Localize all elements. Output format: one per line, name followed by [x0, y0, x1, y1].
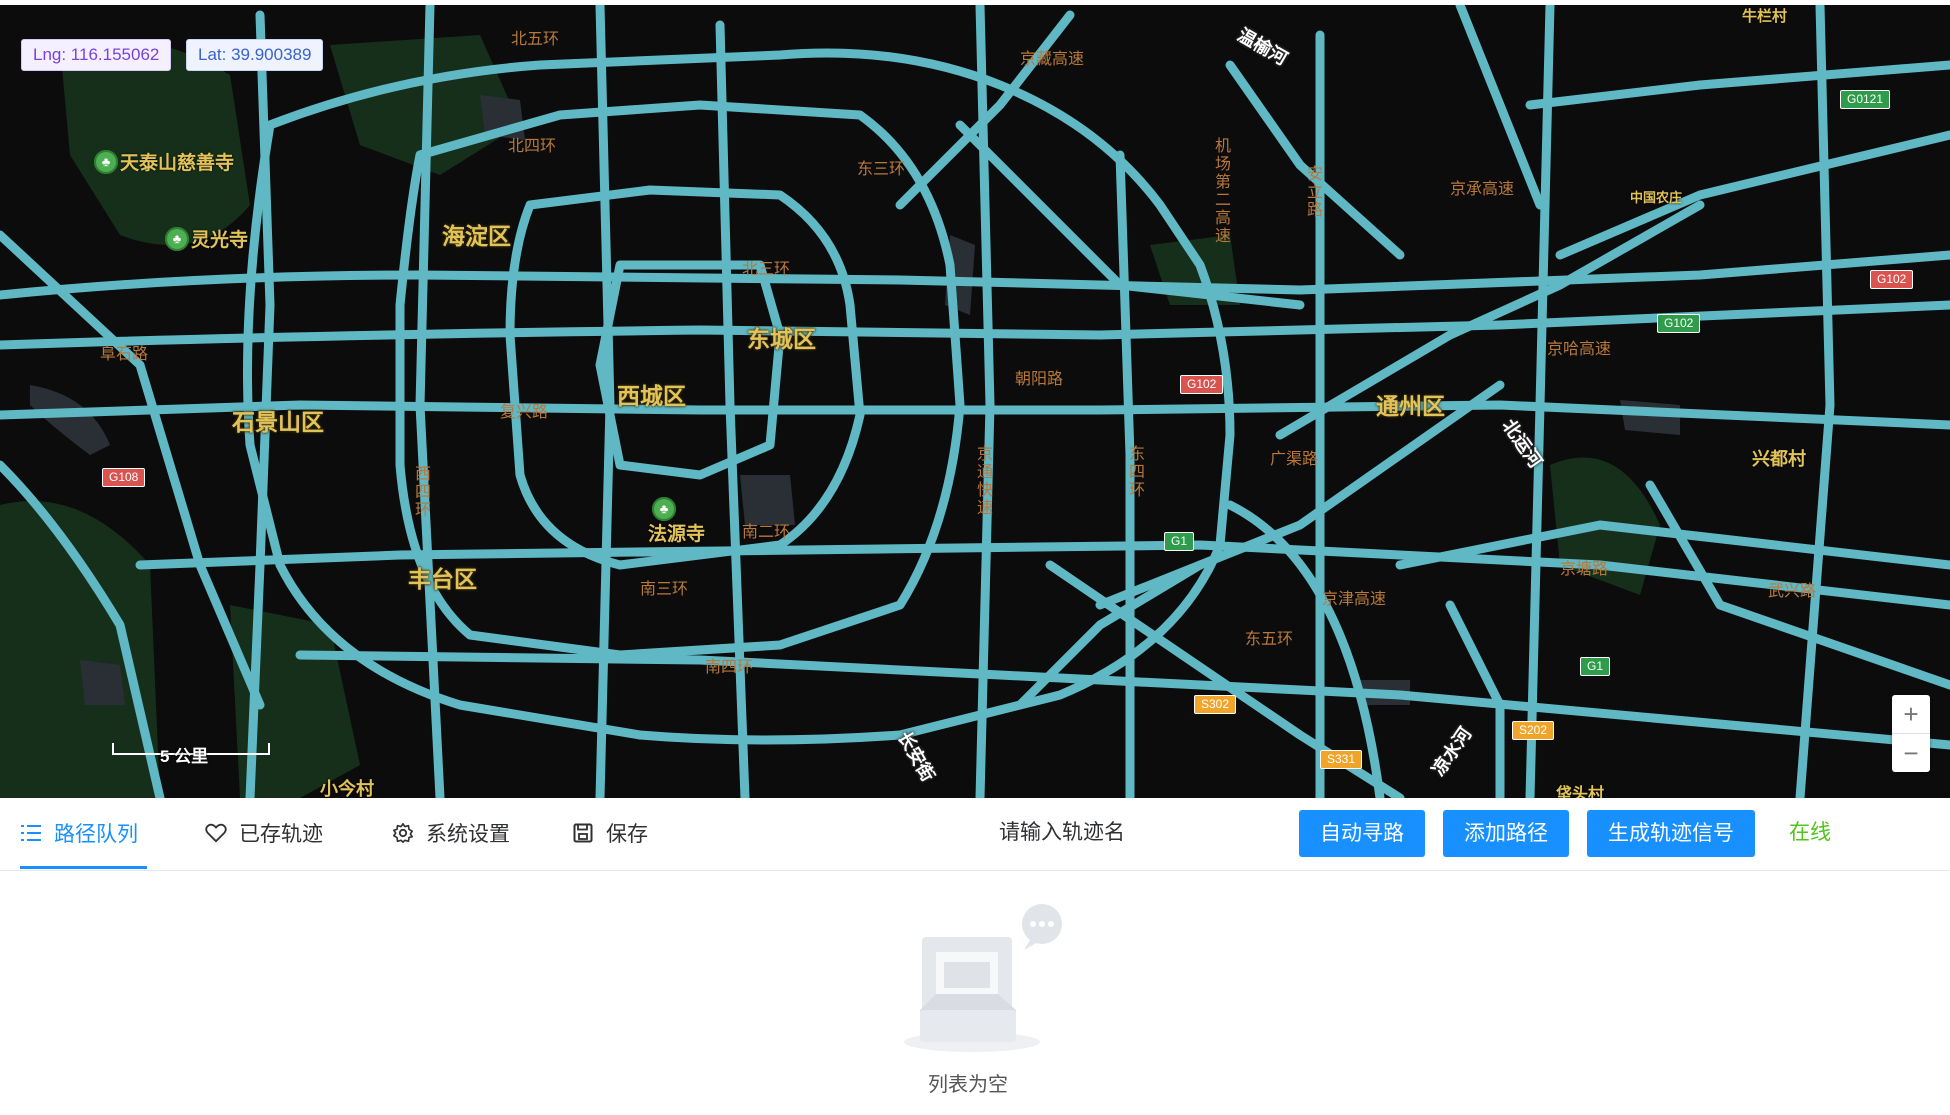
tab-label: 路径队列: [54, 823, 138, 846]
road-label: 京通快速: [974, 445, 991, 517]
road-label: 京藏高速: [1020, 51, 1085, 68]
road-label: 南三环: [640, 581, 689, 598]
road-label: 京塘路: [1560, 561, 1609, 578]
road-label: 东三环: [857, 161, 906, 178]
highway-shield: G1: [1580, 657, 1611, 676]
place-label: 小今村: [320, 779, 374, 798]
road-label: 北五环: [511, 31, 560, 48]
tab-path-queue[interactable]: 路径队列: [20, 798, 138, 868]
district-label: 海淀区: [442, 223, 511, 249]
heart-icon: [205, 822, 227, 844]
toolbar: 路径队列 已存轨迹 系统设置 保存 自动寻路 添加路径 生成轨迹信号 在线: [0, 798, 1950, 871]
road-label: 北四环: [508, 138, 557, 155]
highway-shield: G102: [1180, 375, 1224, 394]
tab-label: 系统设置: [426, 823, 510, 846]
road-label: 西四环: [412, 465, 429, 519]
place-label: 中国农庄: [1630, 190, 1683, 205]
highway-shield: G102: [1870, 270, 1914, 289]
tab-label: 保存: [606, 823, 648, 846]
highway-shield: G1: [1164, 532, 1195, 551]
place-label: 兴都村: [1752, 449, 1806, 469]
tab-saved-tracks[interactable]: 已存轨迹: [205, 798, 323, 868]
tree-icon: ♣: [94, 149, 118, 174]
map-canvas[interactable]: Lng: 116.155062 Lat: 39.900389 海淀区 东城区 西…: [0, 5, 1950, 798]
map-scale-label: 5 公里: [160, 747, 209, 766]
tab-label: 已存轨迹: [239, 823, 323, 846]
district-label: 西城区: [617, 383, 686, 409]
tree-icon: ♣: [652, 496, 676, 521]
district-label: 丰台区: [408, 566, 477, 592]
road-label: 东四环: [1126, 445, 1143, 499]
tab-system-settings[interactable]: 系统设置: [392, 798, 510, 868]
highway-shield: S331: [1320, 750, 1363, 769]
active-tab-indicator: [20, 866, 147, 869]
road-label: 南二环: [742, 524, 791, 541]
road-label: 京哈高速: [1547, 341, 1612, 358]
road-label: 东五环: [1245, 631, 1294, 648]
district-label: 通州区: [1376, 393, 1445, 419]
add-path-button[interactable]: 添加路径: [1443, 810, 1569, 857]
highway-shield: G0121: [1840, 90, 1891, 109]
tab-save[interactable]: 保存: [572, 798, 648, 868]
place-label: 牛栏村: [1742, 8, 1788, 25]
longitude-readout: Lng: 116.155062: [21, 39, 172, 71]
track-name-input[interactable]: [960, 812, 1164, 854]
empty-box-icon: [902, 902, 1068, 1067]
poi-marker[interactable]: ♣ 法源寺: [648, 471, 705, 546]
generate-signal-button[interactable]: 生成轨迹信号: [1587, 810, 1755, 857]
road-label: 复兴路: [500, 404, 549, 421]
list-icon: [20, 822, 42, 844]
latitude-readout: Lat: 39.900389: [186, 39, 324, 71]
road-label: 朝阳路: [1015, 371, 1064, 388]
empty-list-text: 列表为空: [928, 1074, 1008, 1096]
road-label: 阜石路: [100, 346, 149, 363]
road-label: 京承高速: [1450, 181, 1515, 198]
poi-marker[interactable]: ♣ 灵光寺: [165, 225, 248, 252]
tree-icon: ♣: [165, 226, 189, 251]
zoom-in-button[interactable]: +: [1892, 695, 1930, 733]
place-label: 垡头村: [1556, 786, 1605, 798]
highway-shield: S302: [1194, 695, 1237, 714]
zoom-out-button[interactable]: −: [1892, 733, 1930, 772]
district-label: 石景山区: [232, 409, 324, 435]
road-label: 武兴路: [1768, 583, 1817, 600]
road-label: 南四环: [705, 659, 754, 676]
road-label: 安立路: [1304, 165, 1321, 219]
auto-route-button[interactable]: 自动寻路: [1299, 810, 1425, 857]
road-label: 广渠路: [1270, 451, 1319, 468]
highway-shield: G102: [1657, 314, 1701, 333]
district-label: 东城区: [747, 326, 816, 352]
highway-shield: G108: [102, 468, 146, 487]
poi-marker[interactable]: ♣ 天泰山慈善寺: [94, 148, 234, 175]
road-label: 机场第二高速: [1212, 137, 1229, 245]
zoom-control: + −: [1892, 695, 1930, 772]
road-label: 京津高速: [1322, 591, 1387, 608]
highway-shield: S202: [1512, 721, 1555, 740]
save-icon: [572, 822, 594, 844]
road-network: [0, 5, 1950, 798]
gear-icon: [392, 822, 414, 844]
connection-status: 在线: [1789, 821, 1831, 844]
road-label: 北三环: [742, 261, 791, 278]
path-queue-panel: 列表为空: [0, 870, 1950, 1115]
